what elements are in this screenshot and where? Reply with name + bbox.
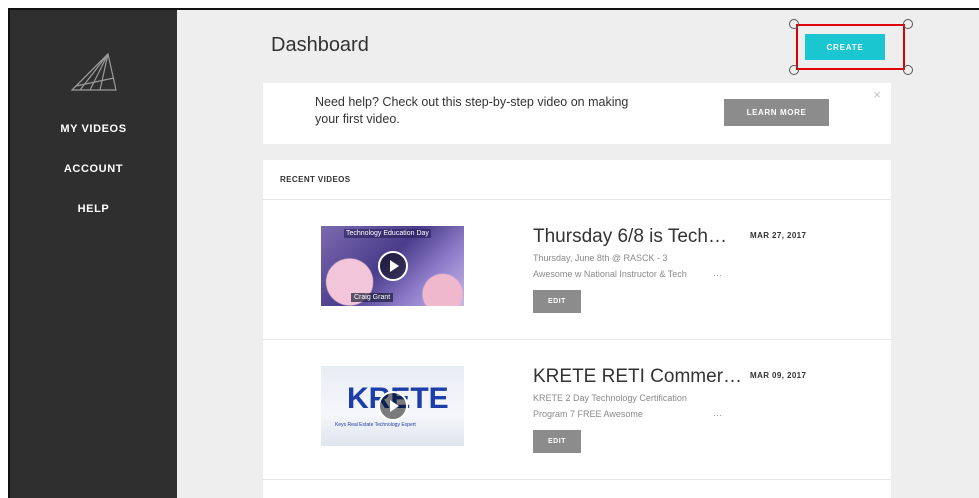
video-list-item: KRETE Keys Real Estate Technology Expert… xyxy=(263,340,891,480)
sidebar-item-account[interactable]: ACCOUNT xyxy=(10,163,177,175)
recent-videos-panel: RECENT VIDEOS Technology Education Day C… xyxy=(263,160,891,498)
video-thumbnail[interactable]: KRETE Keys Real Estate Technology Expert xyxy=(321,366,464,446)
video-title[interactable]: Thursday 6/8 is Tech… xyxy=(533,226,733,248)
sidebar: MY VIDEOS ACCOUNT HELP xyxy=(10,10,177,498)
resize-handle-top-right[interactable] xyxy=(903,19,913,29)
create-highlight-box: CREATE xyxy=(796,24,905,70)
video-description-line-1: Thursday, June 8th @ RASCK - 3 xyxy=(533,253,668,263)
description-ellipsis: … xyxy=(713,268,722,278)
video-list-item: Technology Education Day Craig Grant Thu… xyxy=(263,200,891,340)
video-thumbnail[interactable]: Technology Education Day Craig Grant xyxy=(321,226,464,306)
resize-handle-bottom-left[interactable] xyxy=(789,65,799,75)
video-description-line-2: Program 7 FREE Awesome xyxy=(533,409,643,419)
sidebar-item-my-videos[interactable]: MY VIDEOS xyxy=(10,123,177,135)
description-ellipsis: … xyxy=(713,408,722,418)
paper-plane-logo[interactable] xyxy=(70,52,118,92)
video-date: MAR 27, 2017 xyxy=(750,231,807,240)
help-banner: Need help? Check out this step-by-step v… xyxy=(263,83,891,144)
main-content: Dashboard CREATE Need help? Check out th… xyxy=(177,10,979,498)
edit-button[interactable]: EDIT xyxy=(533,290,581,313)
play-icon[interactable] xyxy=(377,251,408,281)
recent-videos-heading: RECENT VIDEOS xyxy=(263,160,891,200)
video-description-line-1: KRETE 2 Day Technology Certification xyxy=(533,393,687,403)
thumbnail-presenter-name: Craig Grant xyxy=(351,293,394,302)
sidebar-item-help[interactable]: HELP xyxy=(10,203,177,215)
video-title[interactable]: KRETE RETI Commer… xyxy=(533,366,742,388)
video-date: MAR 09, 2017 xyxy=(750,371,807,380)
thumbnail-caption: Technology Education Day xyxy=(344,229,431,238)
play-icon[interactable] xyxy=(377,391,408,421)
resize-handle-top-left[interactable] xyxy=(789,19,799,29)
create-button[interactable]: CREATE xyxy=(805,34,885,60)
learn-more-button[interactable]: LEARN MORE xyxy=(724,99,829,126)
help-banner-text: Need help? Check out this step-by-step v… xyxy=(315,95,629,126)
thumbnail-tagline: Keys Real Estate Technology Expert xyxy=(335,422,416,428)
close-icon[interactable]: × xyxy=(873,87,881,102)
edit-button[interactable]: EDIT xyxy=(533,430,581,453)
resize-handle-bottom-right[interactable] xyxy=(903,65,913,75)
page-title: Dashboard xyxy=(271,34,369,56)
video-description-line-2: Awesome w National Instructor & Tech xyxy=(533,269,687,279)
app-window: MY VIDEOS ACCOUNT HELP Dashboard CREATE … xyxy=(8,8,979,498)
